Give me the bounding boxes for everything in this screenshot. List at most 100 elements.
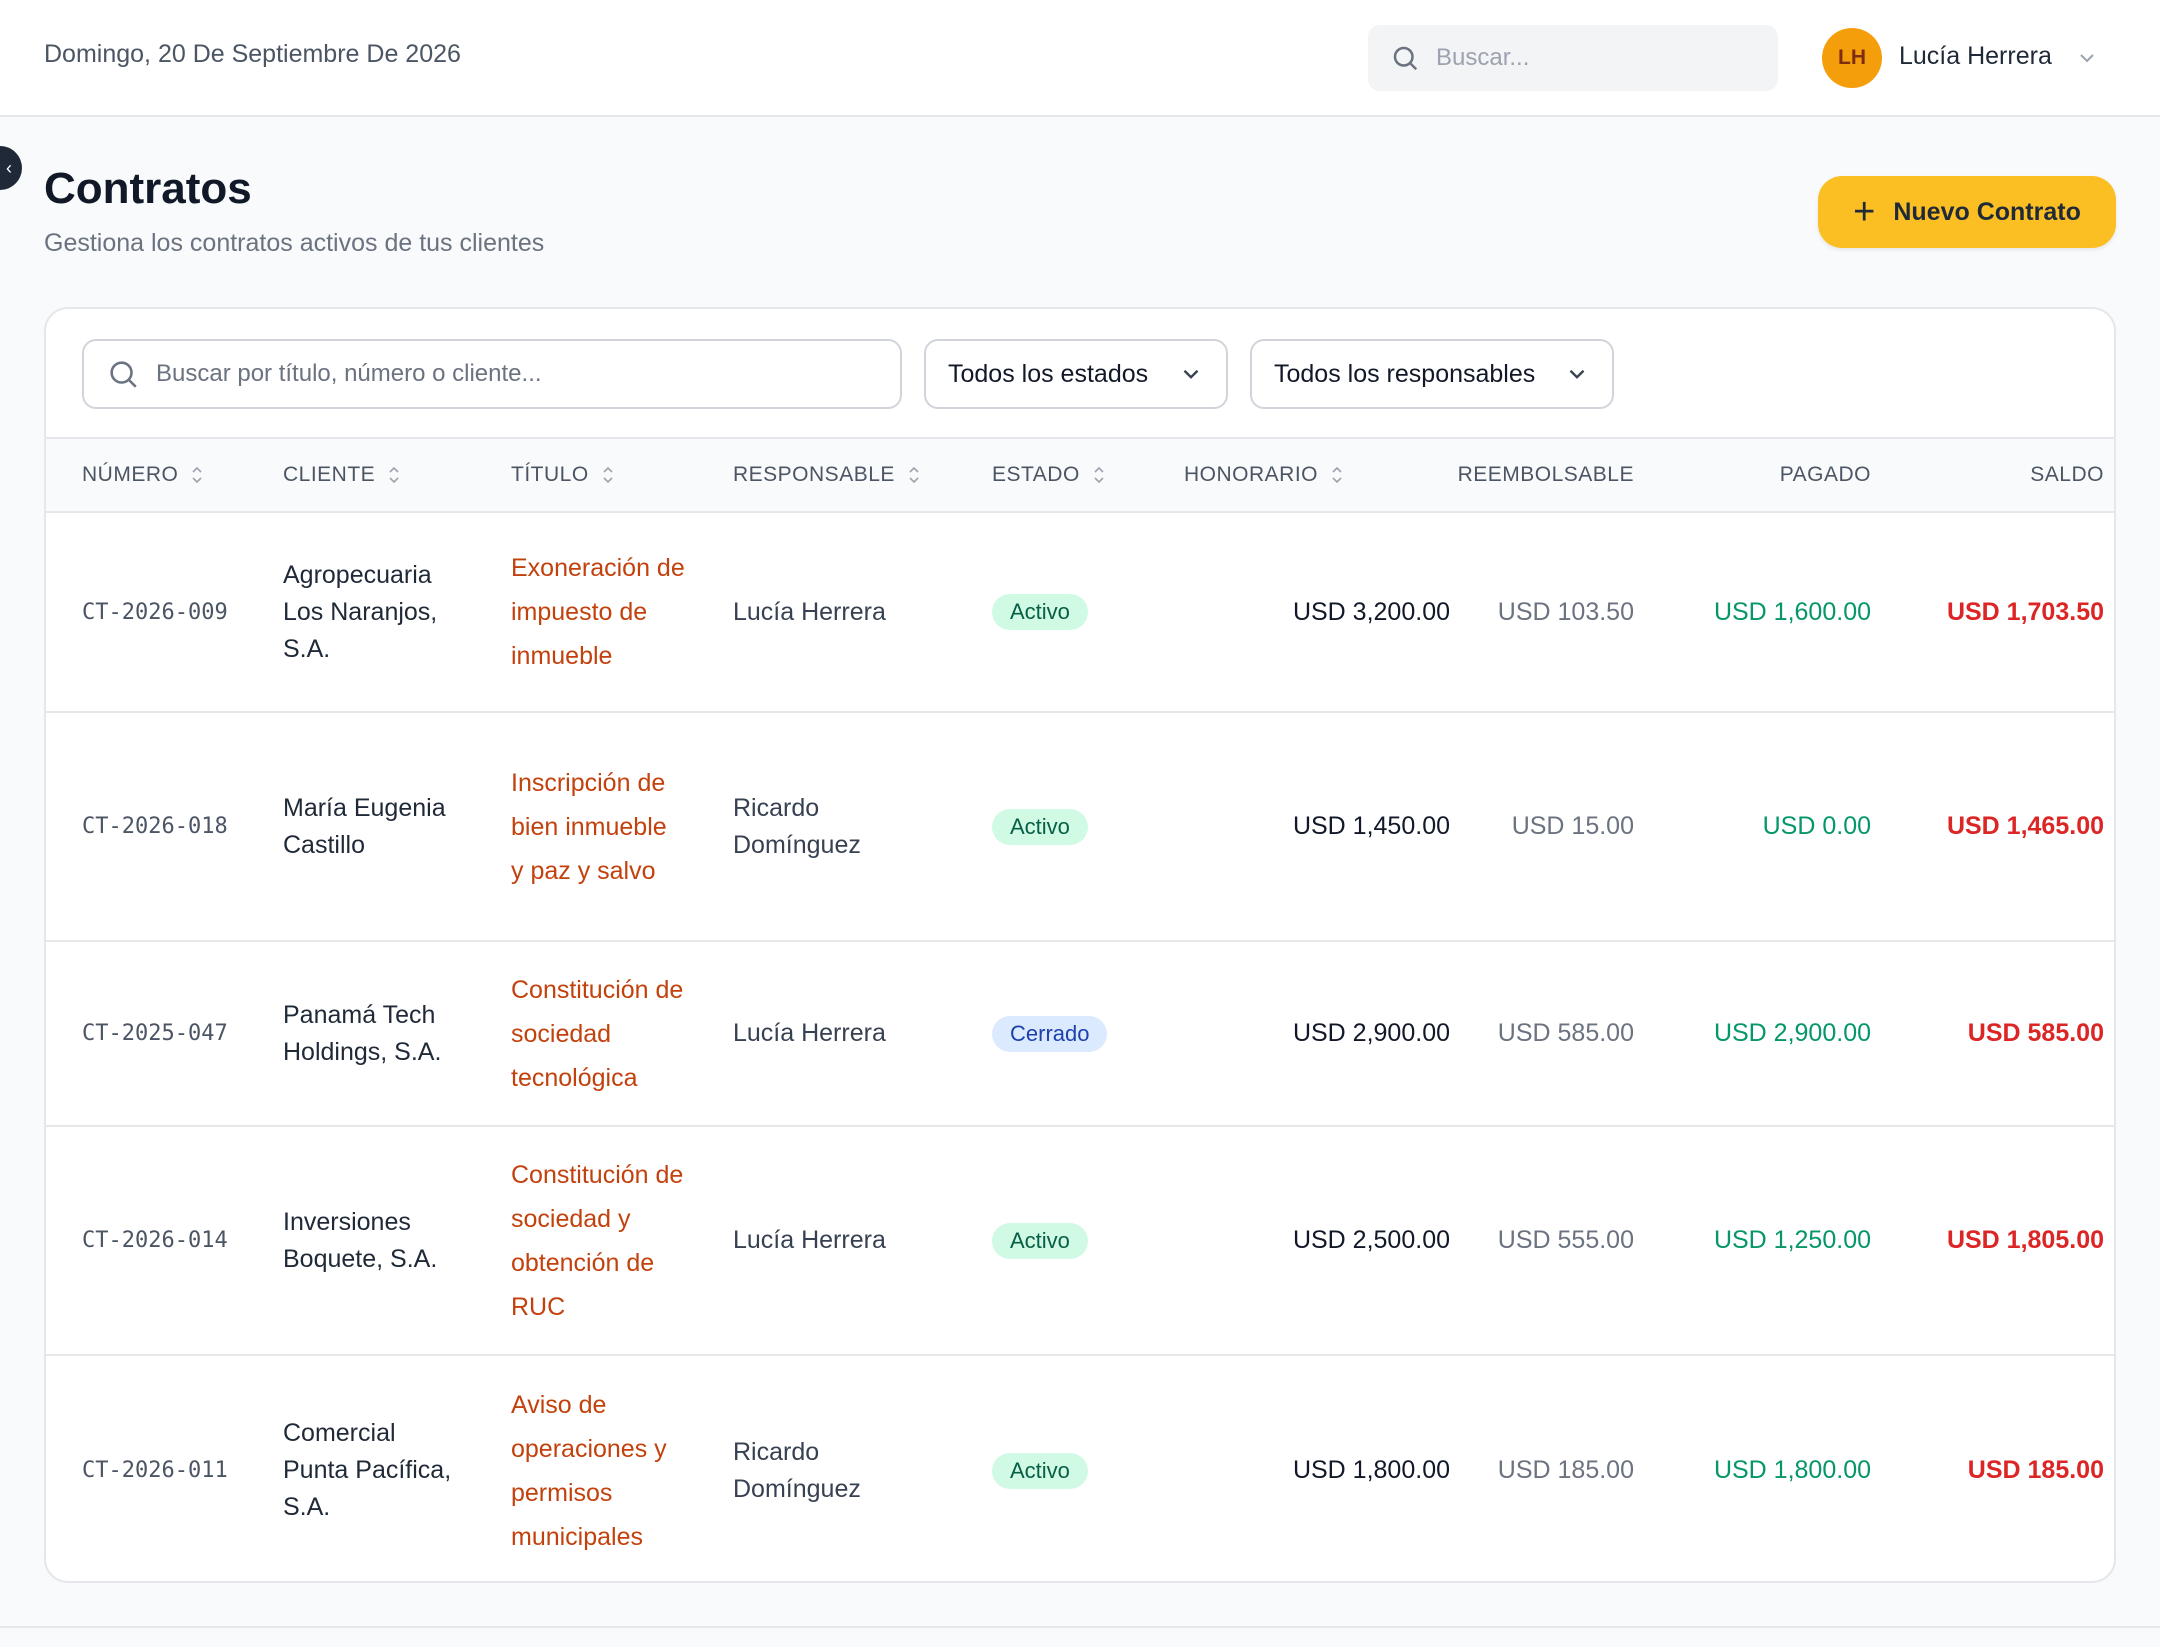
reimbursable-value: USD 555.00 bbox=[1497, 1226, 1634, 1254]
sort-icon bbox=[389, 466, 399, 484]
search-icon bbox=[110, 361, 137, 388]
fee-value: USD 1,800.00 bbox=[1292, 1456, 1450, 1484]
contract-number: CT-2026-011 bbox=[82, 1458, 228, 1483]
contract-title-link[interactable]: Aviso de operaciones y permisos municipa… bbox=[511, 1356, 686, 1581]
column-label: NÚMERO bbox=[82, 463, 179, 486]
column-header-estado[interactable]: ESTADO bbox=[992, 463, 1106, 487]
table-row[interactable]: CT-2025-047 Panamá Tech Holdings, S.A. C… bbox=[46, 942, 2114, 1127]
balance-value: USD 585.00 bbox=[1967, 1019, 2104, 1047]
user-name[interactable]: Lucía Herrera bbox=[1899, 42, 2052, 71]
global-search-input[interactable]: Buscar... bbox=[1368, 25, 1778, 91]
reimbursable-value: USD 15.00 bbox=[1511, 812, 1634, 840]
fee-value: USD 2,500.00 bbox=[1292, 1226, 1450, 1254]
column-header-saldo: SALDO bbox=[1906, 463, 2104, 487]
status-badge: Activo bbox=[992, 808, 1088, 845]
chevron-down-icon bbox=[1569, 369, 1585, 379]
contract-title-link[interactable]: Constitución de sociedad tecnológica bbox=[511, 942, 686, 1125]
reimbursable-value: USD 103.50 bbox=[1497, 597, 1634, 626]
status-cell: Cerrado bbox=[992, 942, 1142, 1125]
column-header-numero[interactable]: NÚMERO bbox=[82, 463, 204, 487]
paid-value: USD 1,600.00 bbox=[1713, 597, 1871, 626]
chevron-down-icon bbox=[1183, 369, 1199, 379]
owner-filter-value: Todos los responsables bbox=[1274, 359, 1536, 388]
chevron-down-icon[interactable] bbox=[2075, 46, 2099, 70]
page-title: Contratos bbox=[44, 164, 252, 213]
column-label: REEMBOLSABLE bbox=[1457, 463, 1634, 486]
column-header-pagado: PAGADO bbox=[1666, 463, 1871, 487]
status-filter-select[interactable]: Todos los estados bbox=[924, 339, 1228, 409]
status-badge: Activo bbox=[992, 1452, 1088, 1489]
owner-name: Ricardo Domínguez bbox=[733, 793, 861, 859]
plus-icon: + bbox=[1853, 191, 1876, 233]
status-cell: Activo bbox=[992, 1356, 1142, 1581]
sort-icon bbox=[1094, 466, 1104, 484]
paid-value: USD 1,250.00 bbox=[1713, 1226, 1871, 1254]
chevron-left-icon: ‹ bbox=[6, 157, 12, 178]
paid-value: USD 2,900.00 bbox=[1713, 1019, 1871, 1047]
contract-title-link[interactable]: Inscripción de bien inmueble y paz y sal… bbox=[511, 713, 686, 940]
owner-name: Lucía Herrera bbox=[733, 1019, 886, 1047]
client-name: Inversiones Boquete, S.A. bbox=[283, 1207, 438, 1273]
status-badge: Cerrado bbox=[992, 1015, 1108, 1052]
owner-name: Ricardo Domínguez bbox=[733, 1437, 861, 1503]
table-row[interactable]: CT-2026-018 María Eugenia Castillo Inscr… bbox=[46, 713, 2114, 942]
paid-value: USD 0.00 bbox=[1762, 812, 1871, 840]
column-header-honorario[interactable]: HONORARIO bbox=[1184, 463, 1344, 487]
table-row[interactable]: CT-2026-009 Agropecuaria Los Naranjos, S… bbox=[46, 513, 2114, 713]
new-contract-label: Nuevo Contrato bbox=[1893, 197, 2081, 226]
avatar[interactable]: LH bbox=[1822, 28, 1882, 88]
client-name: María Eugenia Castillo bbox=[283, 793, 446, 859]
column-header-responsable[interactable]: RESPONSABLE bbox=[733, 463, 921, 487]
contract-title-link[interactable]: Exoneración de impuesto de inmueble bbox=[511, 513, 686, 711]
sidebar-toggle-button[interactable]: ‹ bbox=[0, 146, 22, 190]
table-header: NÚMERO CLIENTE TÍTULO RESPONSABLE ESTADO… bbox=[46, 437, 2114, 513]
reimbursable-value: USD 585.00 bbox=[1497, 1019, 1634, 1047]
column-label: HONORARIO bbox=[1184, 463, 1319, 486]
status-cell: Activo bbox=[992, 1127, 1142, 1354]
fee-value: USD 1,450.00 bbox=[1292, 812, 1450, 840]
client-name: Agropecuaria Los Naranjos, S.A. bbox=[283, 560, 438, 663]
paid-value: USD 1,800.00 bbox=[1713, 1456, 1871, 1484]
column-header-titulo[interactable]: TÍTULO bbox=[511, 463, 615, 487]
status-badge: Activo bbox=[992, 1222, 1088, 1259]
search-icon bbox=[1393, 46, 1418, 71]
top-bar: Domingo, 20 De Septiembre De 2026 Buscar… bbox=[0, 0, 2160, 117]
balance-value: USD 1,465.00 bbox=[1946, 812, 2104, 840]
new-contract-button[interactable]: + Nuevo Contrato bbox=[1818, 176, 2116, 248]
column-label: SALDO bbox=[2030, 463, 2104, 486]
owner-name: Lucía Herrera bbox=[733, 597, 886, 626]
contract-title-link[interactable]: Constitución de sociedad y obtención de … bbox=[511, 1127, 686, 1354]
contract-number: CT-2026-014 bbox=[82, 1228, 228, 1253]
fee-value: USD 3,200.00 bbox=[1292, 597, 1450, 626]
current-date: Domingo, 20 De Septiembre De 2026 bbox=[44, 40, 461, 68]
contracts-search-placeholder: Buscar por título, número o cliente... bbox=[156, 360, 542, 387]
column-label: TÍTULO bbox=[511, 463, 589, 486]
contract-number: CT-2025-047 bbox=[82, 1021, 228, 1046]
status-filter-value: Todos los estados bbox=[948, 359, 1149, 388]
column-label: PAGADO bbox=[1779, 463, 1871, 486]
contract-number: CT-2026-009 bbox=[82, 599, 228, 625]
sort-icon bbox=[603, 466, 613, 484]
sort-icon bbox=[1332, 466, 1342, 484]
contract-number: CT-2026-018 bbox=[82, 814, 228, 839]
footer-divider bbox=[0, 1626, 2160, 1628]
client-name: Comercial Punta Pacífica, S.A. bbox=[283, 1419, 452, 1521]
table-row[interactable]: CT-2026-011 Comercial Punta Pacífica, S.… bbox=[46, 1356, 2114, 1581]
reimbursable-value: USD 185.00 bbox=[1497, 1456, 1634, 1484]
column-label: ESTADO bbox=[992, 463, 1080, 486]
page-subtitle: Gestiona los contratos activos de tus cl… bbox=[44, 229, 545, 257]
column-header-cliente[interactable]: CLIENTE bbox=[283, 463, 401, 487]
column-label: CLIENTE bbox=[283, 463, 376, 486]
contracts-search-input[interactable]: Buscar por título, número o cliente... bbox=[82, 339, 902, 409]
status-cell: Activo bbox=[992, 713, 1142, 940]
table-row[interactable]: CT-2026-014 Inversiones Boquete, S.A. Co… bbox=[46, 1127, 2114, 1356]
balance-value: USD 1,805.00 bbox=[1946, 1226, 2104, 1254]
global-search-placeholder: Buscar... bbox=[1436, 44, 1530, 71]
column-header-reembolsable: REEMBOLSABLE bbox=[1426, 463, 1634, 487]
owner-name: Lucía Herrera bbox=[733, 1226, 886, 1254]
sort-icon bbox=[192, 466, 202, 484]
client-name: Panamá Tech Holdings, S.A. bbox=[283, 1000, 442, 1066]
balance-value: USD 1,703.50 bbox=[1946, 597, 2104, 626]
status-cell: Activo bbox=[992, 513, 1142, 711]
owner-filter-select[interactable]: Todos los responsables bbox=[1250, 339, 1614, 409]
